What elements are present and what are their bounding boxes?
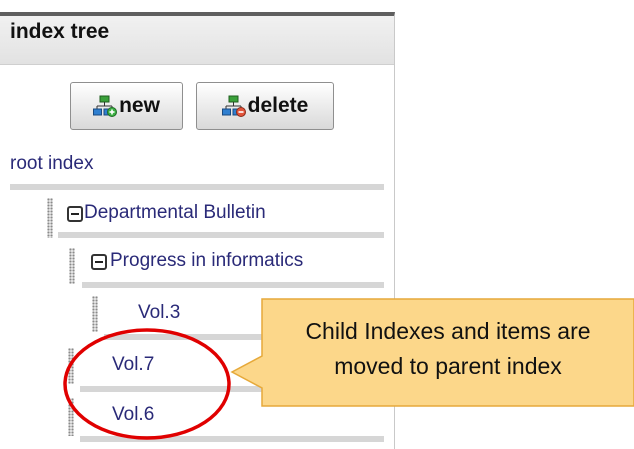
callout-text: Child Indexes and items are moved to par… (262, 314, 634, 384)
highlight-ring (63, 328, 231, 440)
callout-line-2: moved to parent index (334, 353, 562, 379)
callout-line-1: Child Indexes and items are (305, 318, 591, 344)
